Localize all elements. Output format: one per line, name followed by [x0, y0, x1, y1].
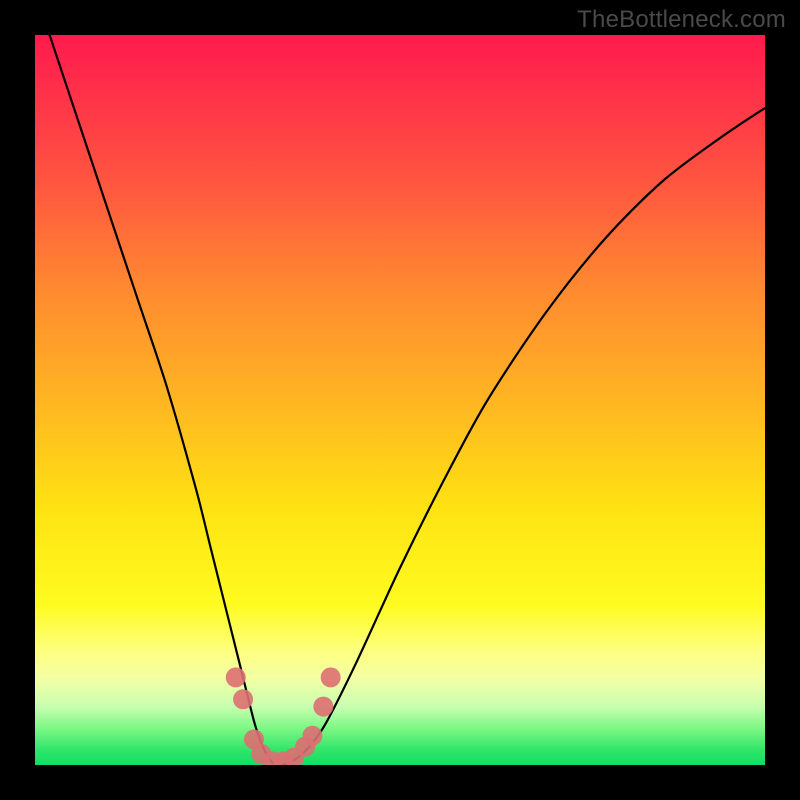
chart-frame: TheBottleneck.com — [0, 0, 800, 800]
watermark-text: TheBottleneck.com — [577, 6, 786, 34]
plot-area — [35, 35, 765, 765]
highlight-dot — [302, 726, 322, 746]
curve-path — [50, 35, 765, 765]
highlight-dot — [313, 697, 333, 717]
curve-layer — [35, 35, 765, 765]
highlight-dot — [226, 667, 246, 687]
highlight-dots — [226, 667, 341, 765]
bottleneck-curve — [50, 35, 765, 765]
highlight-dot — [233, 689, 253, 709]
highlight-dot — [321, 667, 341, 687]
